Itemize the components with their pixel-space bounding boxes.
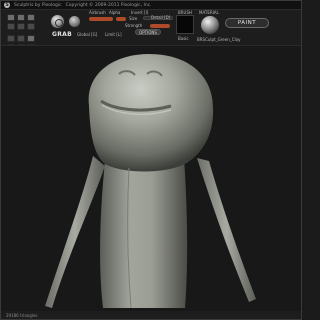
sculpt-viewport[interactable] (1, 46, 301, 311)
tool-button[interactable] (27, 23, 35, 30)
detail-label: Detail [D] (151, 15, 171, 20)
invert-label[interactable]: Invert [I] (131, 10, 148, 15)
strength-slider[interactable] (150, 24, 170, 28)
limit-label[interactable]: Limit [L] (105, 32, 122, 37)
sculptris-logo-icon: S (4, 2, 10, 8)
alpha-label[interactable]: Alpha (109, 10, 120, 15)
brush-type-name: Basic (178, 36, 189, 41)
app-title: Sculptris by Pixologic (14, 2, 62, 8)
tool-button[interactable] (27, 14, 35, 21)
options-button[interactable]: OPTIONS (135, 29, 161, 35)
brush-preview[interactable] (176, 15, 194, 34)
tool-button[interactable] (17, 14, 25, 21)
airbrush-toggle[interactable] (89, 17, 113, 21)
grab-brush-icon[interactable] (50, 14, 65, 29)
paint-button[interactable]: PAINT (225, 18, 269, 28)
tool-button[interactable] (27, 35, 35, 42)
global-label[interactable]: Global [G] (77, 32, 97, 37)
material-sphere-icon[interactable] (200, 15, 220, 35)
airbrush-label[interactable]: Airbrush (89, 10, 106, 15)
alpha-toggle[interactable] (116, 17, 126, 21)
brush-name-label: GRAB (52, 31, 72, 38)
sculptris-window: S Sculptris by Pixologic Copyright © 200… (0, 0, 302, 320)
sculpted-model (45, 54, 256, 309)
draw-brush-icon[interactable] (68, 15, 81, 28)
tool-button[interactable] (17, 35, 25, 42)
tool-button[interactable] (17, 23, 25, 30)
tool-button[interactable] (7, 23, 15, 30)
right-tentacle (197, 158, 256, 302)
copyright-text: Copyright © 2009-2011 Pixologic, Inc. (65, 2, 152, 8)
tool-button[interactable] (7, 35, 15, 42)
strength-label: Strength (125, 23, 143, 28)
material-name: BRSCulpt_Green_Clay (197, 37, 241, 42)
triangle-count: 29186 triangles (6, 313, 38, 318)
left-tentacle (45, 156, 105, 308)
size-label: Size (129, 16, 138, 21)
title-bar: S Sculptris by Pixologic Copyright © 200… (1, 1, 301, 10)
tool-button[interactable] (7, 14, 15, 21)
